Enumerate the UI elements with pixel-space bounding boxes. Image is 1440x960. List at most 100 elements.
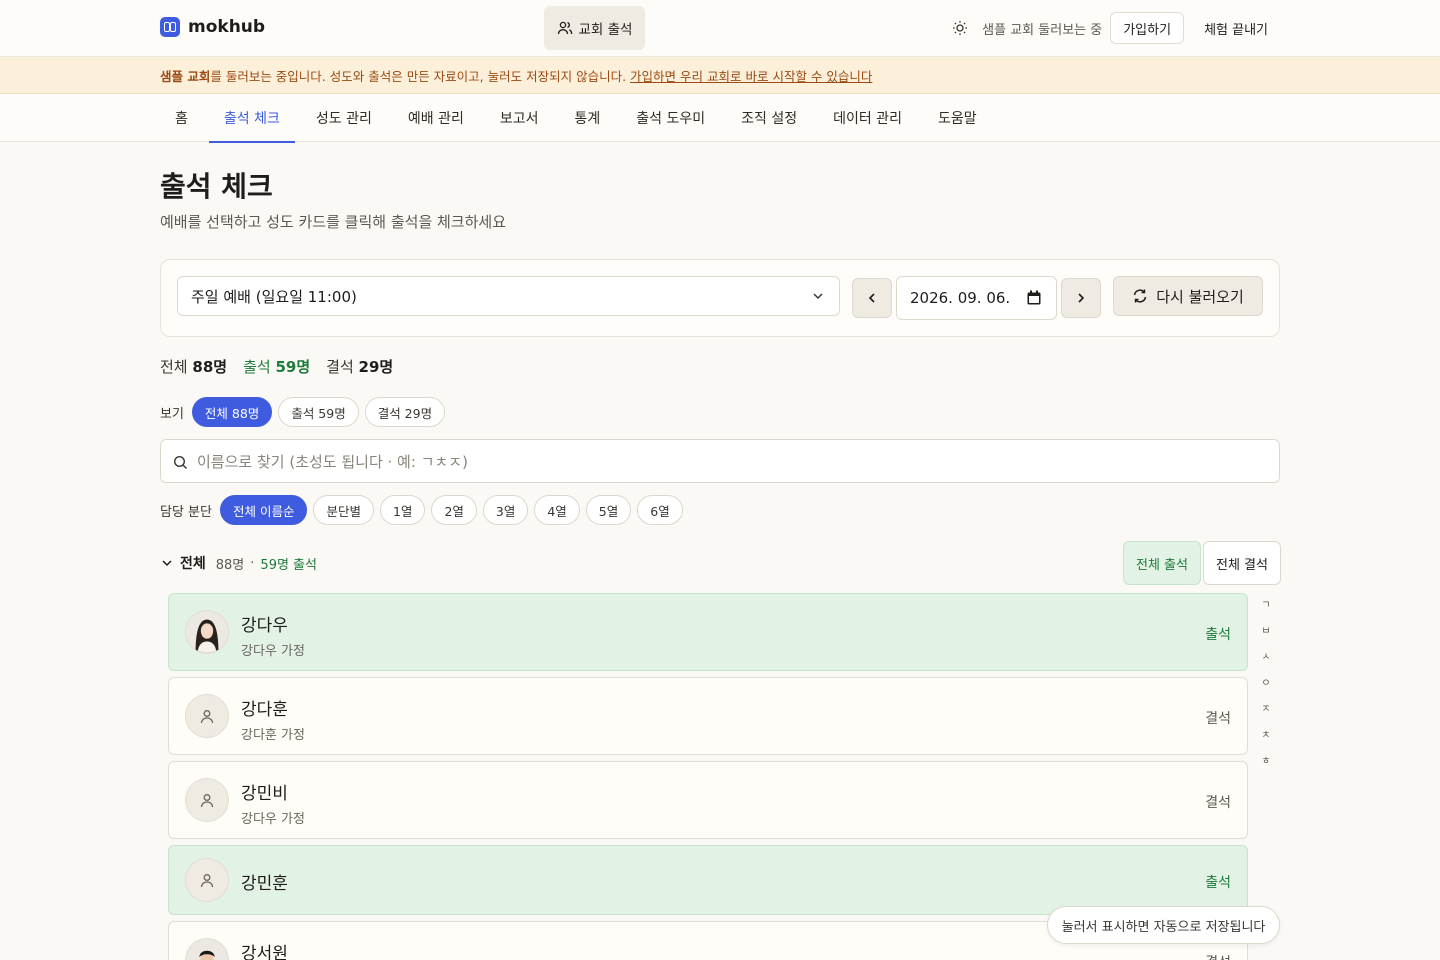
search-placeholder: 이름으로 찾기 (초성도 됩니다 · 예: ㄱㅊㅈ) bbox=[197, 452, 468, 471]
member-name: 강민훈 bbox=[241, 874, 288, 894]
initial-index-bar: ㄱ ㅂ ㅅ ㅇ ㅈ ㅊ ㅎ bbox=[1260, 596, 1272, 778]
member-photo-icon bbox=[186, 939, 228, 960]
index-letter[interactable]: ㅅ bbox=[1260, 648, 1272, 674]
church-attendance-button[interactable]: 교회 출석 bbox=[544, 6, 645, 50]
attendance-status: 결석 bbox=[1205, 795, 1231, 811]
tab-help[interactable]: 도움말 bbox=[923, 94, 992, 142]
index-letter[interactable]: ㄱ bbox=[1260, 596, 1272, 622]
summary-total: 전체 88명 bbox=[160, 358, 228, 376]
avatar bbox=[185, 610, 229, 654]
attendance-summary: 전체 88명 출석 59명 결석 29명 bbox=[160, 356, 393, 377]
summary-present: 출석 59명 bbox=[243, 358, 311, 376]
reload-label: 다시 불러오기 bbox=[1156, 287, 1244, 306]
member-name: 강다훈 bbox=[241, 700, 288, 720]
sun-icon bbox=[953, 21, 968, 35]
member-photo-icon bbox=[186, 611, 228, 653]
avatar bbox=[185, 938, 229, 960]
theme-toggle-button[interactable] bbox=[944, 12, 976, 44]
view-chip-present[interactable]: 출석 59명 bbox=[278, 397, 359, 427]
signup-button[interactable]: 가입하기 bbox=[1110, 12, 1185, 44]
section-title: 전체 bbox=[180, 556, 206, 572]
tab-services[interactable]: 예배 관리 bbox=[393, 94, 479, 142]
member-family: 강다우 가정 bbox=[241, 812, 305, 827]
section-present-count: 59명 출석 bbox=[260, 557, 317, 573]
summary-absent: 결석 29명 bbox=[326, 358, 394, 376]
view-filter-label: 보기 bbox=[160, 406, 184, 422]
group-chip-all-by-name[interactable]: 전체 이름순 bbox=[219, 495, 308, 525]
demo-status-text: 샘플 교회 둘러보는 중 bbox=[982, 22, 1103, 38]
attendance-status: 출석 bbox=[1205, 875, 1231, 891]
date-input[interactable]: 2026. 09. 06. bbox=[896, 276, 1057, 320]
member-family: 강다훈 가정 bbox=[241, 728, 305, 743]
member-card[interactable]: 강민훈 출석 bbox=[168, 845, 1248, 915]
search-icon bbox=[173, 455, 187, 469]
service-select-value: 주일 예배 (일요일 11:00) bbox=[191, 287, 357, 306]
attendance-status: 결석 bbox=[1205, 711, 1231, 727]
avatar bbox=[185, 778, 229, 822]
chevron-right-icon bbox=[1078, 293, 1085, 303]
tab-statistics[interactable]: 통계 bbox=[559, 94, 615, 142]
attendance-status: 결석 bbox=[1205, 952, 1231, 960]
notice-church-name: 샘플 교회 bbox=[160, 68, 211, 84]
tab-organization[interactable]: 조직 설정 bbox=[726, 94, 812, 142]
avatar bbox=[185, 858, 229, 902]
page-subtitle: 예배를 선택하고 성도 카드를 클릭해 출석을 체크하세요 bbox=[160, 213, 507, 231]
service-select[interactable]: 주일 예배 (일요일 11:00) bbox=[177, 276, 840, 316]
member-card[interactable]: 강다훈 강다훈 가정 결석 bbox=[168, 677, 1248, 755]
section-separator: · bbox=[250, 555, 255, 571]
group-chip-5[interactable]: 5열 bbox=[585, 495, 632, 525]
main-nav: 홈 출석 체크 성도 관리 예배 관리 보고서 통계 출석 도우미 조직 설정 … bbox=[0, 94, 1440, 143]
group-chip-2[interactable]: 2열 bbox=[431, 495, 477, 525]
tab-members[interactable]: 성도 관리 bbox=[301, 94, 387, 142]
group-chip-1[interactable]: 1열 bbox=[379, 495, 426, 525]
member-card[interactable]: 강민비 강다우 가정 결석 bbox=[168, 761, 1248, 839]
view-chip-absent[interactable]: 결석 29명 bbox=[364, 397, 446, 427]
demo-notice-banner: 샘플 교회 를 둘러보는 중입니다. 성도와 출석은 만든 자료이고, 눌러도 … bbox=[0, 57, 1440, 94]
index-letter[interactable]: ㅎ bbox=[1260, 752, 1272, 778]
logo-icon bbox=[160, 17, 180, 37]
notice-signup-link[interactable]: 가입하면 우리 교회로 바로 시작할 수 있습니다 bbox=[630, 66, 872, 85]
tab-home[interactable]: 홈 bbox=[160, 94, 203, 142]
section-header[interactable]: 전체 88명 · 59명 출석 bbox=[160, 553, 317, 573]
name-search-input[interactable]: 이름으로 찾기 (초성도 됩니다 · 예: ㄱㅊㅈ) bbox=[160, 439, 1280, 483]
previous-date-button[interactable] bbox=[852, 278, 892, 318]
tab-data-management[interactable]: 데이터 관리 bbox=[818, 94, 917, 142]
chevron-left-icon bbox=[868, 293, 875, 303]
index-letter[interactable]: ㅂ bbox=[1260, 622, 1272, 648]
user-placeholder-icon bbox=[200, 794, 214, 808]
section-count: 88명 bbox=[215, 557, 245, 573]
end-trial-button[interactable]: 체험 끝내기 bbox=[1192, 12, 1280, 44]
user-placeholder-icon bbox=[200, 874, 214, 888]
member-family: 강다우 가정 bbox=[241, 644, 305, 659]
calendar-icon[interactable] bbox=[1026, 290, 1042, 306]
user-placeholder-icon bbox=[200, 710, 214, 724]
group-chip-3[interactable]: 3열 bbox=[482, 495, 529, 525]
brand[interactable]: mokhub bbox=[160, 17, 265, 37]
group-filter-label: 담당 분단 bbox=[160, 504, 212, 520]
member-name: 강서원 bbox=[241, 944, 288, 960]
member-card[interactable]: 강다우 강다우 가정 출석 bbox=[168, 593, 1248, 671]
member-name: 강다우 bbox=[241, 616, 288, 636]
chevron-down-icon[interactable] bbox=[160, 556, 174, 570]
church-button-label: 교회 출석 bbox=[578, 22, 633, 38]
users-icon bbox=[557, 21, 572, 35]
mark-all-absent-button[interactable]: 전체 결석 bbox=[1203, 541, 1281, 585]
tab-attendance-check[interactable]: 출석 체크 bbox=[208, 94, 295, 143]
tab-attendance-helper[interactable]: 출석 도우미 bbox=[621, 94, 720, 142]
refresh-icon bbox=[1133, 289, 1147, 303]
member-name: 강민비 bbox=[241, 784, 288, 804]
view-filter: 보기 전체 88명 출석 59명 결석 29명 bbox=[160, 397, 451, 427]
date-value: 2026. 09. 06. bbox=[910, 289, 1011, 307]
index-letter[interactable]: ㅇ bbox=[1260, 674, 1272, 700]
group-chip-by-group[interactable]: 분단별 bbox=[313, 495, 374, 525]
index-letter[interactable]: ㅊ bbox=[1260, 726, 1272, 752]
chevron-down-icon bbox=[813, 293, 823, 300]
tab-reports[interactable]: 보고서 bbox=[485, 94, 554, 142]
group-chip-6[interactable]: 6열 bbox=[637, 495, 683, 525]
group-chip-4[interactable]: 4열 bbox=[534, 495, 580, 525]
index-letter[interactable]: ㅈ bbox=[1260, 700, 1272, 726]
view-chip-all[interactable]: 전체 88명 bbox=[191, 397, 273, 427]
next-date-button[interactable] bbox=[1061, 278, 1101, 318]
reload-button[interactable]: 다시 불러오기 bbox=[1113, 276, 1263, 316]
mark-all-present-button[interactable]: 전체 출석 bbox=[1123, 541, 1201, 585]
